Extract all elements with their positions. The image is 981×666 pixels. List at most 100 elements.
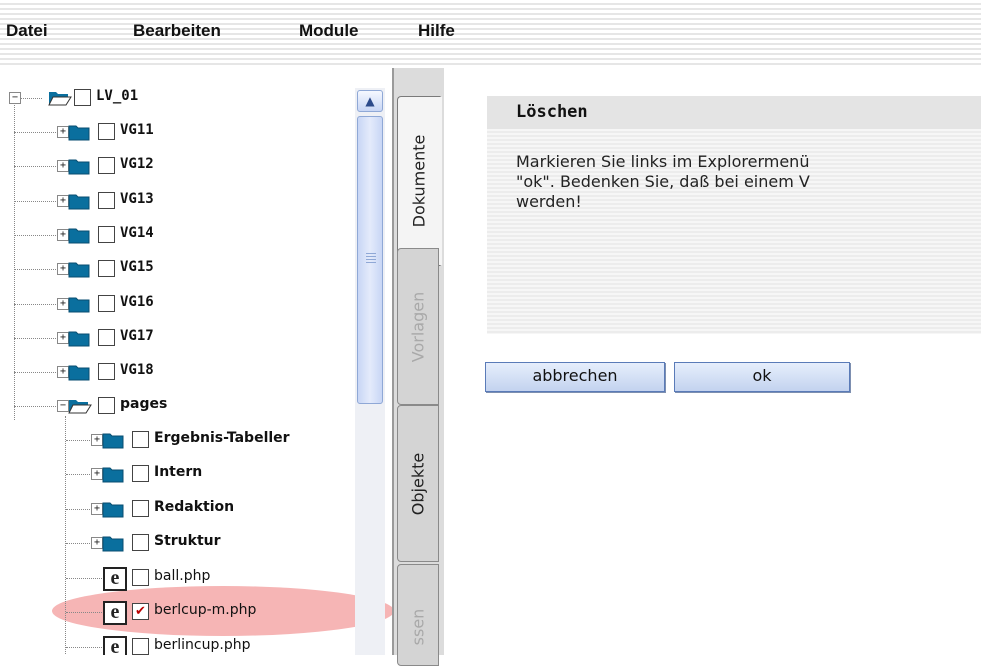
tree-line: [14, 132, 58, 133]
tree-item-label: VG18: [120, 362, 154, 379]
tab-klassen[interactable]: ssen: [397, 564, 439, 666]
dialog-header: Löschen: [487, 96, 981, 129]
tree-item-label: VG12: [120, 156, 154, 173]
tree-item-group[interactable]: + VG15: [0, 253, 392, 287]
tree-line: [14, 372, 58, 374]
tab-objekte-label: Objekte: [408, 452, 428, 515]
folder-icon: [68, 295, 90, 317]
folder-icon: [102, 534, 124, 556]
tree-item-folder[interactable]: + Intern: [0, 458, 392, 492]
tab-vorlagen-label: Vorlagen: [408, 291, 428, 362]
menu-hilfe[interactable]: Hilfe: [418, 21, 455, 41]
tree-item-label: VG17: [120, 327, 154, 344]
tree-item-folder[interactable]: + Redaktion: [0, 493, 392, 527]
tree-scrollbar[interactable]: ▲: [355, 88, 385, 655]
tab-dokumente-label: Dokumente: [409, 134, 429, 228]
tree-item-folder[interactable]: + Ergebnis-Tabeller: [0, 424, 392, 458]
tree-item-label: VG11: [120, 122, 154, 138]
tree-item-group[interactable]: + VG11: [0, 116, 392, 150]
tree-checkbox[interactable]: [98, 157, 115, 175]
folder-icon: [68, 226, 90, 248]
tree-checkbox[interactable]: ✔: [132, 603, 149, 621]
tree-item-group[interactable]: + VG17: [0, 322, 392, 356]
tree-item-pages[interactable]: − pages: [0, 390, 392, 424]
tree-checkbox[interactable]: [98, 191, 115, 209]
ok-button[interactable]: ok: [674, 362, 850, 392]
tab-objekte[interactable]: Objekte: [397, 405, 439, 562]
tree-checkbox[interactable]: [98, 328, 115, 346]
tree-item-label: VG16: [120, 293, 154, 310]
menu-bearbeiten[interactable]: Bearbeiten: [133, 21, 221, 41]
tree-checkbox[interactable]: [98, 294, 115, 312]
tree-item-label: ball.php: [154, 568, 211, 584]
folder-open-icon: [68, 397, 92, 419]
tree-line: [14, 200, 58, 202]
scroll-thumb[interactable]: [357, 116, 383, 404]
folder-icon: [68, 363, 90, 385]
tree-item-folder[interactable]: + Struktur: [0, 527, 392, 561]
tree-line: [14, 166, 58, 168]
tree-item-root[interactable]: − LV_01: [0, 82, 392, 116]
tree-line: [20, 98, 42, 99]
tree-checkbox[interactable]: [98, 397, 115, 414]
tree-checkbox[interactable]: [98, 363, 115, 381]
tab-vorlagen[interactable]: Vorlagen: [397, 248, 439, 405]
php-file-icon: e: [103, 567, 127, 591]
dialog-message-line: werden!: [516, 192, 582, 211]
tree-item-label: VG15: [120, 259, 154, 276]
delete-dialog: Löschen Markieren Sie links im Explorerm…: [487, 96, 981, 334]
tree-checkbox[interactable]: [98, 123, 115, 140]
tree-item-group[interactable]: + VG13: [0, 185, 392, 219]
tree-checkbox[interactable]: [132, 431, 149, 448]
menu-bar: Datei Bearbeiten Module Hilfe: [0, 0, 981, 68]
tree-item-file[interactable]: e ✔ berlcup-m.php: [0, 596, 392, 630]
php-file-icon: e: [103, 601, 127, 626]
tree-item-label: Intern: [154, 464, 203, 481]
tree-item-label: Struktur: [154, 532, 221, 549]
scroll-grip-icon: [366, 253, 376, 263]
tree-item-group[interactable]: + VG18: [0, 356, 392, 390]
dialog-title: Löschen: [516, 102, 588, 122]
tree-item-group[interactable]: + VG14: [0, 219, 392, 253]
folder-icon: [68, 157, 90, 179]
tree-item-label: berlincup.php: [154, 636, 251, 653]
tree-line: [14, 337, 58, 339]
folder-icon: [102, 465, 124, 487]
tree-item-label: pages: [120, 396, 168, 412]
cancel-button[interactable]: abbrechen: [485, 362, 665, 392]
tree-checkbox[interactable]: [132, 569, 149, 586]
folder-icon: [102, 500, 124, 522]
dialog-message-line: "ok". Bedenken Sie, daß bei einem V: [516, 172, 810, 191]
tree-checkbox[interactable]: [132, 533, 149, 551]
tree-item-label: VG14: [120, 224, 154, 241]
explorer-tree: − LV_01 + VG11 + VG12 + VG13 + VG14 + VG15 + VG16 + VG1…: [0, 72, 392, 655]
folder-icon: [68, 123, 90, 145]
tree-checkbox[interactable]: [132, 499, 149, 517]
scroll-up-arrow-icon[interactable]: ▲: [357, 90, 383, 112]
dialog-message-line: Markieren Sie links im Explorermenü: [516, 152, 810, 171]
tree-line: [14, 234, 58, 236]
tab-klassen-label: ssen: [408, 608, 428, 646]
vertical-tab-strip: Dokumente Vorlagen Objekte ssen: [392, 68, 444, 666]
tree-checkbox[interactable]: [132, 637, 149, 655]
tree-item-label: LV_01: [96, 88, 139, 104]
tree-item-group[interactable]: + VG16: [0, 288, 392, 322]
menu-datei[interactable]: Datei: [6, 21, 48, 41]
tree-checkbox[interactable]: [132, 465, 149, 483]
tree-item-file[interactable]: e berlincup.php: [0, 631, 392, 655]
folder-open-icon: [48, 89, 72, 111]
menu-module[interactable]: Module: [299, 21, 359, 41]
tree-checkbox[interactable]: [74, 89, 91, 106]
tree-item-label: VG13: [120, 190, 154, 207]
tab-dokumente[interactable]: Dokumente: [397, 96, 442, 266]
tree-line: [14, 269, 58, 271]
tree-item-label: Redaktion: [154, 498, 235, 515]
collapse-icon[interactable]: −: [9, 92, 21, 104]
tree-item-group[interactable]: + VG12: [0, 150, 392, 184]
tree-checkbox[interactable]: [98, 225, 115, 243]
tree-item-label: Ergebnis-Tabeller: [154, 430, 290, 446]
tree-checkbox[interactable]: [98, 260, 115, 278]
tree-item-file[interactable]: e ball.php: [0, 562, 392, 596]
folder-icon: [68, 260, 90, 282]
tree-item-label: berlcup-m.php: [154, 602, 257, 619]
